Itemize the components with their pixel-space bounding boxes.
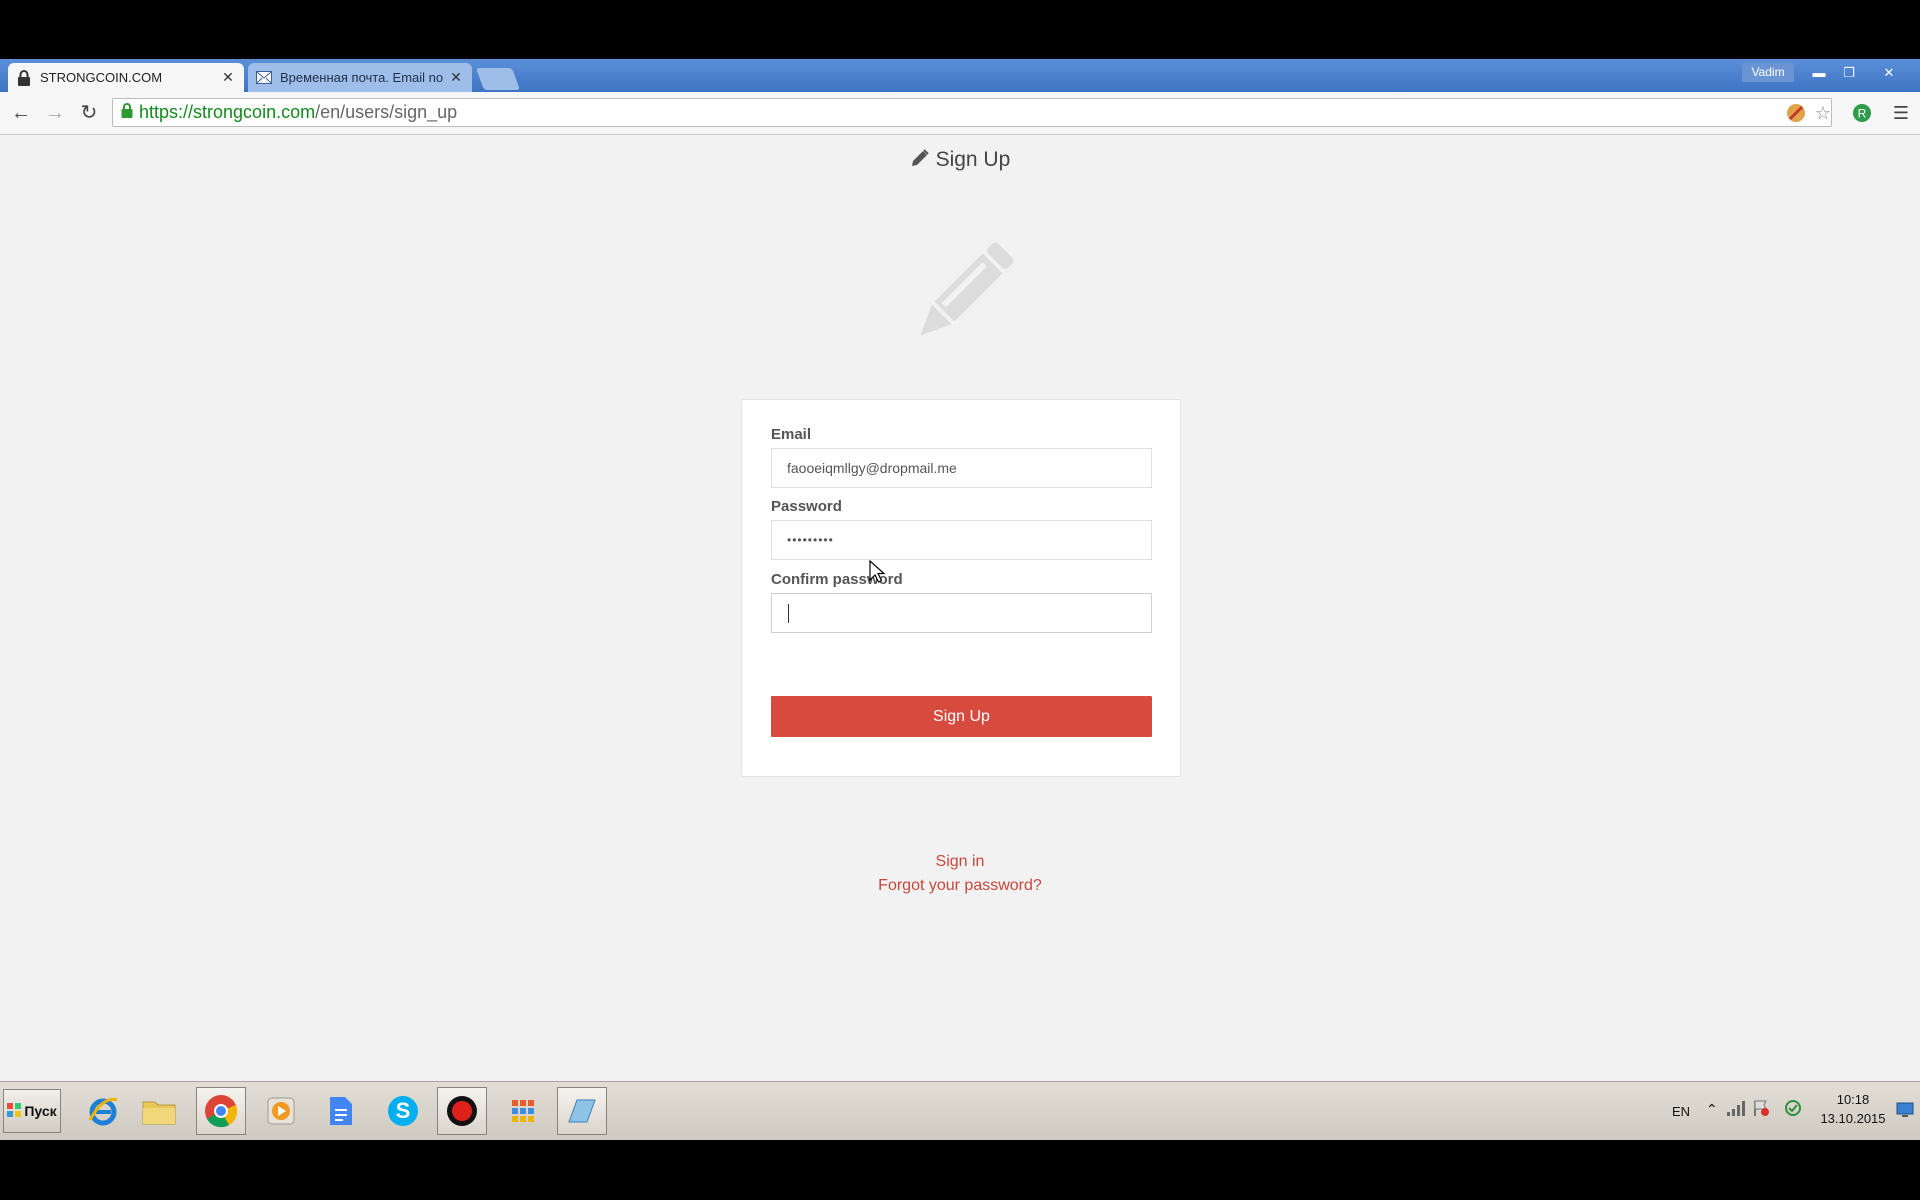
media-player-icon[interactable] xyxy=(256,1087,306,1135)
reload-icon[interactable]: ↻ xyxy=(76,100,102,126)
profile-name[interactable]: Vadim xyxy=(1742,63,1794,82)
bookmark-star-icon[interactable]: ☆ xyxy=(1812,102,1834,124)
svg-text:S: S xyxy=(396,1098,411,1123)
sync-icon[interactable] xyxy=(1784,1099,1802,1120)
large-pencil-icon xyxy=(896,232,1024,360)
email-field[interactable]: faooeiqmllgy@dropmail.me xyxy=(771,448,1152,488)
windows-logo-icon xyxy=(7,1102,22,1120)
start-button[interactable]: Пуск xyxy=(3,1089,61,1133)
confirm-password-field[interactable] xyxy=(771,593,1152,633)
windows-taskbar: Пуск S EN ⌃ 10:18 13.10.2015 xyxy=(0,1081,1920,1140)
url-host: https://strongcoin.com xyxy=(139,102,316,122)
address-bar[interactable]: https://strongcoin.com/en/users/sign_up xyxy=(112,98,1832,127)
forward-icon[interactable]: → xyxy=(42,100,68,126)
secure-lock-icon xyxy=(121,102,133,123)
signup-form: Email faooeiqmllgy@dropmail.me Password … xyxy=(741,399,1181,777)
page-title-text: Sign Up xyxy=(935,148,1011,171)
menu-icon[interactable]: ☰ xyxy=(1890,102,1912,124)
svg-text:R: R xyxy=(1858,107,1867,121)
new-tab-button[interactable] xyxy=(475,68,521,90)
mail-icon xyxy=(256,70,272,86)
tab-close-icon[interactable]: ✕ xyxy=(448,69,464,86)
restore-icon[interactable]: ❐ xyxy=(1836,63,1862,82)
screen: STRONGCOIN.COM ✕ Временная почта. Email … xyxy=(0,59,1920,1140)
email-label: Email xyxy=(771,426,812,443)
tab-strongcoin[interactable]: STRONGCOIN.COM ✕ xyxy=(8,63,244,92)
network-icon[interactable] xyxy=(1726,1099,1746,1120)
sign-in-link[interactable]: Sign in xyxy=(0,853,1920,871)
tab-temp-mail[interactable]: Временная почта. Email no ✕ xyxy=(248,63,472,92)
flag-alert-icon[interactable] xyxy=(1752,1099,1770,1120)
internet-explorer-icon[interactable] xyxy=(78,1087,128,1135)
browser-tab-strip: STRONGCOIN.COM ✕ Временная почта. Email … xyxy=(0,59,1920,92)
tab-title: STRONGCOIN.COM xyxy=(40,70,163,85)
chrome-icon[interactable] xyxy=(196,1087,246,1135)
tab-title: Временная почта. Email no xyxy=(280,70,444,85)
password-field[interactable]: ••••••••• xyxy=(771,520,1152,560)
url-path: /en/users/sign_up xyxy=(315,102,458,122)
clock-date[interactable]: 13.10.2015 xyxy=(1818,1111,1888,1126)
sign-up-button[interactable]: Sign Up xyxy=(771,696,1152,737)
minimize-icon[interactable]: ▬ xyxy=(1806,63,1832,82)
tab-close-icon[interactable]: ✕ xyxy=(220,69,236,86)
text-caret xyxy=(788,604,789,623)
pencil-icon xyxy=(910,148,936,171)
mouse-cursor-icon xyxy=(869,559,886,589)
back-icon[interactable]: ← xyxy=(8,100,34,126)
skype-icon[interactable]: S xyxy=(378,1087,428,1135)
extension-r-icon[interactable]: R xyxy=(1851,102,1873,124)
record-icon[interactable] xyxy=(437,1087,487,1135)
forgot-password-link[interactable]: Forgot your password? xyxy=(0,877,1920,895)
close-window-icon[interactable]: ✕ xyxy=(1876,63,1902,82)
extension-icon[interactable] xyxy=(1785,102,1807,124)
clock-time[interactable]: 10:18 xyxy=(1822,1092,1884,1107)
google-docs-icon[interactable] xyxy=(316,1087,366,1135)
password-label: Password xyxy=(771,498,842,515)
notes-app-icon[interactable] xyxy=(557,1087,607,1135)
language-indicator[interactable]: EN xyxy=(1672,1104,1690,1119)
show-desktop-icon[interactable] xyxy=(1896,1102,1914,1121)
browser-toolbar: ← → ↻ https://strongcoin.com/en/users/si… xyxy=(0,92,1920,135)
lock-icon xyxy=(16,69,32,86)
page-content: Sign Up Email faooeiqmllgy@dropmail.me P… xyxy=(0,135,1920,1081)
apps-grid-icon[interactable] xyxy=(498,1087,548,1135)
file-explorer-icon[interactable] xyxy=(134,1087,184,1135)
tray-expand-icon[interactable]: ⌃ xyxy=(1706,1101,1718,1118)
start-label: Пуск xyxy=(24,1103,57,1119)
page-title: Sign Up xyxy=(0,148,1920,172)
